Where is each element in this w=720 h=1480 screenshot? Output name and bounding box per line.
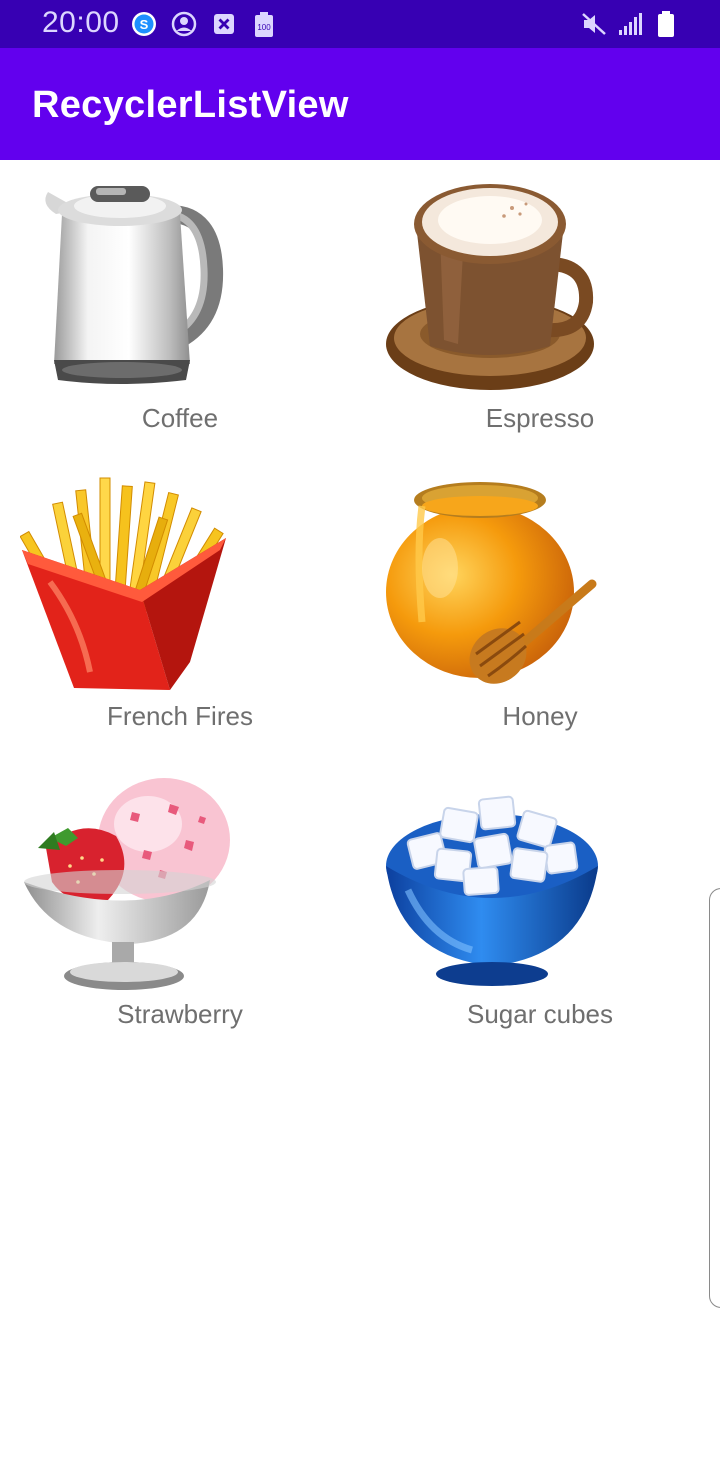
item-label: Coffee — [141, 403, 219, 433]
item-label: Sugar cubes — [467, 999, 613, 1029]
grid-item-honey[interactable]: Honey — [360, 458, 720, 756]
grid-item-strawberry[interactable]: Strawberry — [0, 756, 360, 1054]
status-notification-icons: S 100 — [130, 10, 278, 38]
item-label: Espresso — [485, 403, 595, 433]
item-label: Honey — [502, 701, 578, 731]
status-time: 20:00 — [42, 6, 120, 39]
app-title: RecyclerListView — [32, 84, 349, 126]
app-bar: RecyclerListView — [0, 48, 720, 160]
sugar-bowl-icon — [386, 795, 598, 986]
account-circle-icon — [170, 10, 198, 38]
kettle-icon — [45, 186, 224, 384]
edge-panel-handle[interactable] — [709, 888, 720, 1308]
battery-icon — [652, 10, 680, 38]
item-label: Strawberry — [117, 999, 243, 1029]
grid-item-espresso[interactable]: Espresso — [360, 160, 720, 458]
item-label: French Fires — [107, 701, 253, 731]
french-fries-icon — [20, 477, 226, 690]
grid-item-french-fires[interactable]: French Fires — [0, 458, 360, 756]
battery-saver-icon: 100 — [250, 10, 278, 38]
status-system-icons — [580, 10, 680, 38]
grid-item-coffee[interactable]: Coffee — [0, 160, 360, 458]
skype-icon: S — [130, 10, 158, 38]
close-box-icon — [210, 10, 238, 38]
status-bar: 20:00 S 100 — [0, 0, 720, 48]
mute-icon — [580, 10, 608, 38]
svg-text:S: S — [140, 17, 149, 32]
honey-pot-icon — [386, 482, 597, 684]
svg-text:100: 100 — [257, 23, 271, 32]
signal-icon — [616, 10, 644, 38]
grid-item-sugar-cubes[interactable]: Sugar cubes — [360, 756, 720, 1054]
strawberry-ice-cream-icon — [24, 778, 230, 990]
cappuccino-cup-icon — [386, 184, 594, 390]
